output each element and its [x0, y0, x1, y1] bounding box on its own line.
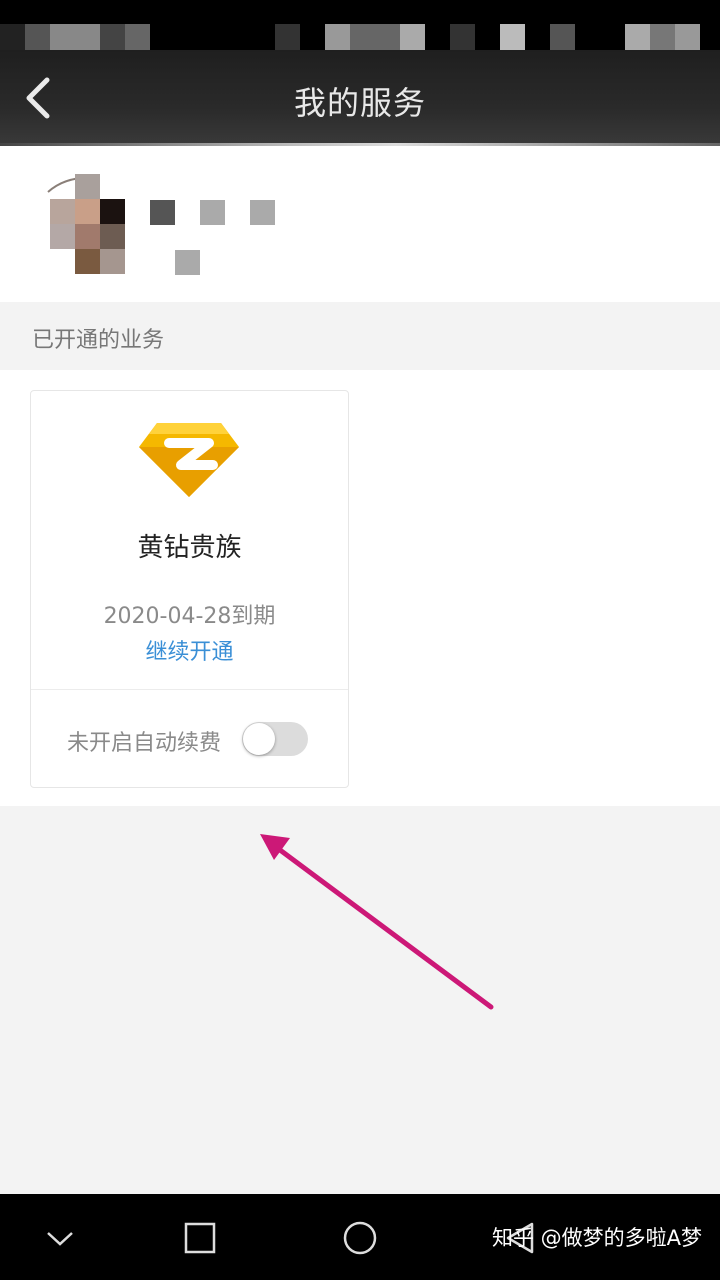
- renew-link[interactable]: 继续开通: [31, 634, 348, 666]
- service-card[interactable]: 黄钻贵族 2020-04-28到期 继续开通 未开启自动续费: [30, 390, 349, 788]
- square-icon: [184, 1222, 216, 1254]
- section-title: 已开通的业务: [32, 328, 165, 353]
- page-title: 我的服务: [293, 84, 426, 122]
- autorenew-toggle[interactable]: [242, 722, 308, 756]
- section-header: 已开通的业务: [0, 302, 720, 370]
- nav-hide-button[interactable]: [36, 1214, 84, 1262]
- card-divider: [31, 689, 348, 690]
- nav-recents-button[interactable]: [176, 1214, 224, 1262]
- avatar[interactable]: [47, 174, 126, 274]
- services-list: 黄钻贵族 2020-04-28到期 继续开通 未开启自动续费: [0, 370, 720, 806]
- status-bar: [0, 0, 720, 50]
- user-profile-header: [0, 146, 720, 302]
- toggle-knob: [243, 723, 275, 755]
- system-nav-bar: 知乎 @做梦的多啦A梦: [0, 1194, 720, 1280]
- title-bar: 我的服务: [0, 50, 720, 146]
- nav-home-button[interactable]: [336, 1214, 384, 1262]
- watermark: 知乎 @做梦的多啦A梦: [491, 1226, 702, 1250]
- circle-icon: [343, 1221, 377, 1255]
- autorenew-label: 未开启自动续费: [67, 731, 222, 756]
- chevron-down-icon: [47, 1232, 73, 1246]
- service-name: 黄钻贵族: [137, 533, 242, 563]
- yellow-diamond-icon: [139, 423, 239, 497]
- expire-date: 2020-04-28到期: [103, 604, 276, 629]
